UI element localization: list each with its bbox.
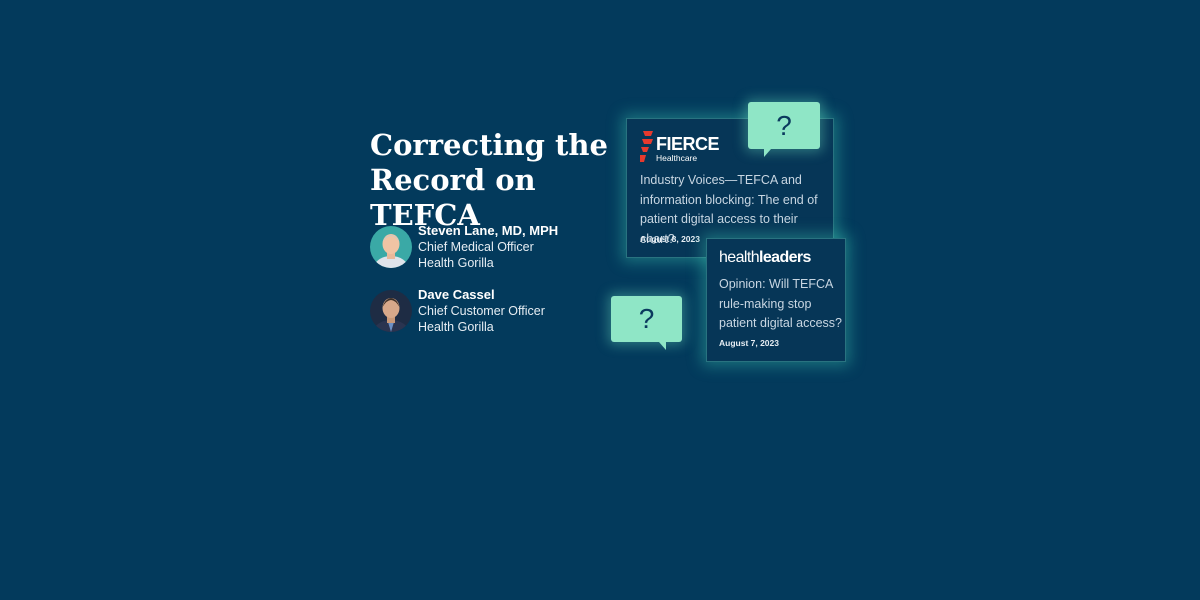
speaker-org: Health Gorilla: [418, 320, 494, 334]
fierce-healthcare-logo: FIERCE Healthcare: [640, 131, 740, 163]
avatar: [370, 226, 412, 268]
question-bubble-bottom: ?: [611, 296, 682, 350]
article-date: August 7, 2023: [719, 338, 779, 348]
logo-health: health: [719, 249, 760, 266]
healthleaders-logo: healthleaders: [719, 249, 811, 267]
title-line-1: Correcting the: [370, 128, 608, 162]
question-bubble-top: ?: [748, 102, 820, 157]
headshot-icon: [370, 226, 412, 268]
speaker-name: Dave Cassel: [418, 287, 495, 302]
logo-leaders: leaders: [759, 249, 811, 266]
fierce-flag-icon: [640, 131, 653, 162]
healthcare-logo-text: Healthcare: [656, 153, 698, 163]
avatar: [370, 290, 412, 332]
title-line-2: Record on TEFCA: [370, 163, 536, 232]
question-mark-icon: ?: [638, 303, 655, 334]
speaker-title: Chief Medical Officer: [418, 240, 534, 254]
bubble-tail: [659, 342, 666, 350]
fierce-logo-text: FIERCE: [656, 134, 720, 154]
article-headline: Opinion: Will TEFCA rule-making stop pat…: [719, 277, 842, 330]
question-mark-icon: ?: [776, 110, 792, 141]
bubble-tail: [764, 149, 771, 157]
speaker-name: Steven Lane, MD, MPH: [418, 223, 559, 238]
speaker-org: Health Gorilla: [418, 256, 494, 270]
page-title: Correcting the Record on TEFCA: [370, 128, 630, 233]
article-card-healthleaders[interactable]: healthleaders Opinion: Will TEFCA rule-m…: [706, 238, 846, 362]
speaker-title: Chief Customer Officer: [418, 304, 545, 318]
article-date: August 8, 2023: [640, 234, 700, 244]
headshot-icon: [370, 290, 412, 332]
